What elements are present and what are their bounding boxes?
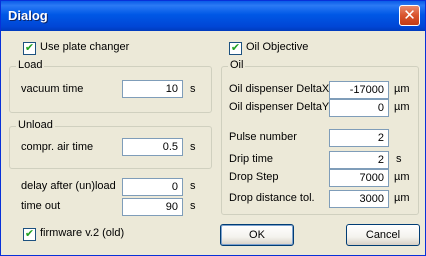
- drop-step-unit: µm: [394, 171, 410, 183]
- drop-distance-tol-input[interactable]: 3000: [329, 190, 389, 208]
- drop-distance-tol-label: Drop distance tol.: [229, 192, 315, 204]
- load-group-title: Load: [16, 59, 45, 71]
- vacuum-time-label: vacuum time: [21, 83, 84, 95]
- compr-air-time-label: compr. air time: [21, 141, 94, 153]
- drip-time-unit: s: [396, 153, 402, 165]
- delay-after-unload-unit: s: [190, 180, 196, 192]
- dispenser-deltay-input[interactable]: 0: [329, 99, 389, 117]
- window-title: Dialog: [8, 8, 48, 23]
- compr-air-time-input[interactable]: 0.5: [122, 138, 183, 156]
- firmware-checkbox[interactable]: ✔: [23, 227, 36, 241]
- dialog-window: Dialog ✕ ✔ Use plate changer Load vacuum…: [0, 0, 426, 256]
- checkmark-icon: ✔: [24, 41, 35, 54]
- close-icon: ✕: [403, 6, 416, 24]
- ok-button[interactable]: OK: [220, 224, 294, 246]
- time-out-input[interactable]: 90: [122, 198, 183, 216]
- time-out-label: time out: [21, 200, 61, 212]
- use-plate-changer-label: Use plate changer: [40, 41, 130, 53]
- oil-objective-label: Oil Objective: [246, 41, 309, 53]
- use-plate-changer-checkbox[interactable]: ✔: [23, 41, 36, 55]
- title-bar[interactable]: Dialog ✕: [1, 1, 425, 31]
- drip-time-input[interactable]: 2: [329, 151, 389, 169]
- unload-group-title: Unload: [16, 119, 55, 131]
- drop-step-label: Drop Step: [229, 171, 279, 183]
- dispenser-deltax-label: Oil dispenser DeltaX: [229, 83, 330, 95]
- dispenser-deltax-input[interactable]: -17000: [329, 81, 389, 99]
- vacuum-time-input[interactable]: 10: [122, 80, 183, 98]
- drip-time-label: Drip time: [229, 153, 274, 165]
- close-button[interactable]: ✕: [399, 5, 420, 26]
- checkmark-icon: ✔: [230, 41, 241, 54]
- drop-step-input[interactable]: 7000: [329, 169, 389, 187]
- dispenser-deltay-unit: µm: [394, 101, 410, 113]
- dispenser-deltay-label: Oil dispenser DeltaY: [229, 101, 330, 113]
- drop-distance-tol-unit: µm: [394, 192, 410, 204]
- pulse-number-input[interactable]: 2: [329, 129, 389, 147]
- checkmark-icon: ✔: [24, 227, 35, 240]
- time-out-unit: s: [190, 200, 196, 212]
- compr-air-time-unit: s: [190, 141, 196, 153]
- vacuum-time-unit: s: [190, 83, 196, 95]
- oil-group-title: Oil: [228, 59, 246, 71]
- oil-objective-checkbox[interactable]: ✔: [229, 41, 242, 55]
- pulse-number-label: Pulse number: [229, 131, 297, 143]
- delay-after-unload-label: delay after (un)load: [21, 180, 116, 192]
- cancel-button[interactable]: Cancel: [346, 224, 420, 246]
- firmware-label: firmware v.2 (old): [40, 227, 125, 239]
- delay-after-unload-input[interactable]: 0: [122, 178, 183, 196]
- dispenser-deltax-unit: µm: [394, 83, 410, 95]
